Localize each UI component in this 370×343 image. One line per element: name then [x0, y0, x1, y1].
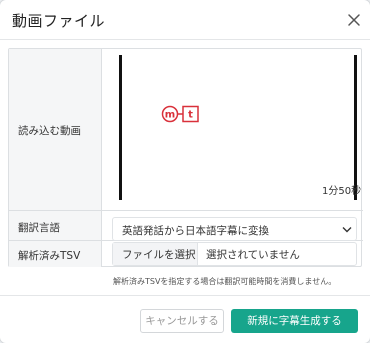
form-table: 読み込む動画 m t 1分50秒 翻訳言語 英語発話から日本語字幕に変換 解析済…: [8, 48, 363, 267]
translation-language-select[interactable]: 英語発話から日本語字幕に変換: [112, 217, 357, 241]
video-file-dialog: 動画ファイル 読み込む動画 m t 1分50秒 翻訳言語 英語発話から日本語字幕…: [0, 0, 370, 343]
video-frame-left-bar: [119, 55, 122, 200]
footer-divider: [0, 295, 370, 296]
tsv-file-input[interactable]: ファイルを選択 選択されていません: [112, 242, 357, 266]
logo-letter-m: m: [165, 110, 175, 121]
chevron-down-icon: [342, 227, 352, 233]
tsv-label-cell: 解析済みTSV: [9, 241, 102, 267]
video-label: 読み込む動画: [18, 125, 81, 137]
choose-file-button[interactable]: ファイルを選択: [113, 243, 198, 265]
video-preview[interactable]: [112, 55, 357, 208]
tsv-note: 解析済みTSVを指定する場合は翻訳可能時間を消費しません。: [113, 277, 337, 286]
cancel-button[interactable]: キャンセルする: [140, 309, 224, 333]
file-status-text: 選択されていません: [206, 249, 300, 261]
logo-letter-t: t: [188, 110, 193, 121]
create-subtitles-button[interactable]: 新規に字幕生成する: [231, 309, 358, 333]
video-row: 読み込む動画 m t 1分50秒: [9, 49, 363, 211]
translation-row: 翻訳言語 英語発話から日本語字幕に変換: [9, 211, 363, 241]
video-duration: 1分50秒: [322, 186, 362, 197]
translation-label-cell: 翻訳言語: [9, 211, 102, 240]
tsv-label: 解析済みTSV: [18, 250, 81, 262]
translation-language-value: 英語発話から日本語字幕に変換: [122, 225, 269, 237]
tsv-row: 解析済みTSV ファイルを選択 選択されていません: [9, 241, 363, 267]
video-label-cell: 読み込む動画: [9, 49, 102, 210]
dialog-header: 動画ファイル: [0, 0, 370, 40]
dialog-title: 動画ファイル: [12, 12, 106, 30]
video-logo: m t: [161, 105, 199, 123]
video-frame-right-bar: [354, 55, 357, 200]
close-icon[interactable]: [346, 12, 362, 28]
translation-label: 翻訳言語: [18, 222, 60, 234]
